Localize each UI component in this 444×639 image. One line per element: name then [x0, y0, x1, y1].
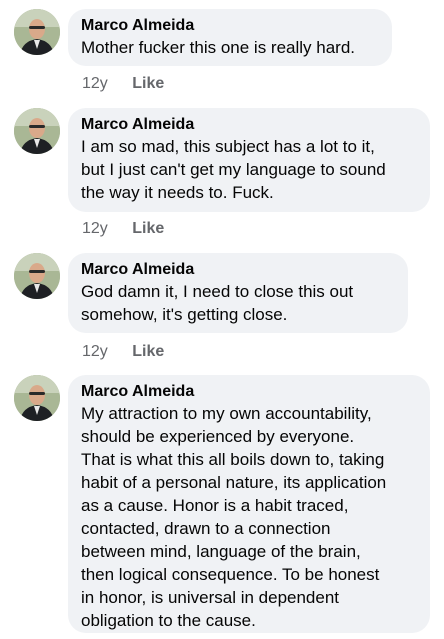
- comment-bubble: Marco Almeida God damn it, I need to clo…: [68, 253, 408, 333]
- comment-author[interactable]: Marco Almeida: [81, 260, 394, 280]
- like-button[interactable]: Like: [132, 343, 164, 360]
- comment-author[interactable]: Marco Almeida: [81, 382, 416, 402]
- comment-text: God damn it, I need to close this out so…: [81, 282, 354, 324]
- comment-text: Mother fucker this one is really hard.: [81, 38, 356, 57]
- profile-photo-icon: [14, 253, 60, 299]
- avatar[interactable]: [14, 375, 60, 421]
- profile-photo-icon: [14, 9, 60, 55]
- comment-timestamp[interactable]: 12y: [82, 75, 108, 92]
- avatar[interactable]: [14, 9, 60, 55]
- profile-photo-icon: [14, 108, 60, 154]
- comment-text: My attraction to my own accountability, …: [81, 404, 387, 630]
- comment-timestamp[interactable]: 12y: [82, 220, 108, 237]
- comment-text: I am so mad, this subject has a lot to i…: [81, 137, 386, 202]
- comment-actions: 12y Like: [82, 342, 164, 362]
- comment-bubble: Marco Almeida Mother fucker this one is …: [68, 9, 392, 66]
- like-button[interactable]: Like: [132, 75, 164, 92]
- comment-timestamp[interactable]: 12y: [82, 343, 108, 360]
- profile-photo-icon: [14, 375, 60, 421]
- avatar[interactable]: [14, 108, 60, 154]
- comment-actions: 12y Like: [82, 74, 164, 94]
- comment-author[interactable]: Marco Almeida: [81, 115, 416, 135]
- comment-bubble: Marco Almeida My attraction to my own ac…: [68, 375, 430, 633]
- comment-actions: 12y Like: [82, 219, 164, 239]
- like-button[interactable]: Like: [132, 220, 164, 237]
- comment-bubble: Marco Almeida I am so mad, this subject …: [68, 108, 430, 212]
- avatar[interactable]: [14, 253, 60, 299]
- comment-author[interactable]: Marco Almeida: [81, 16, 378, 36]
- comment-thread: Marco Almeida Mother fucker this one is …: [0, 0, 444, 639]
